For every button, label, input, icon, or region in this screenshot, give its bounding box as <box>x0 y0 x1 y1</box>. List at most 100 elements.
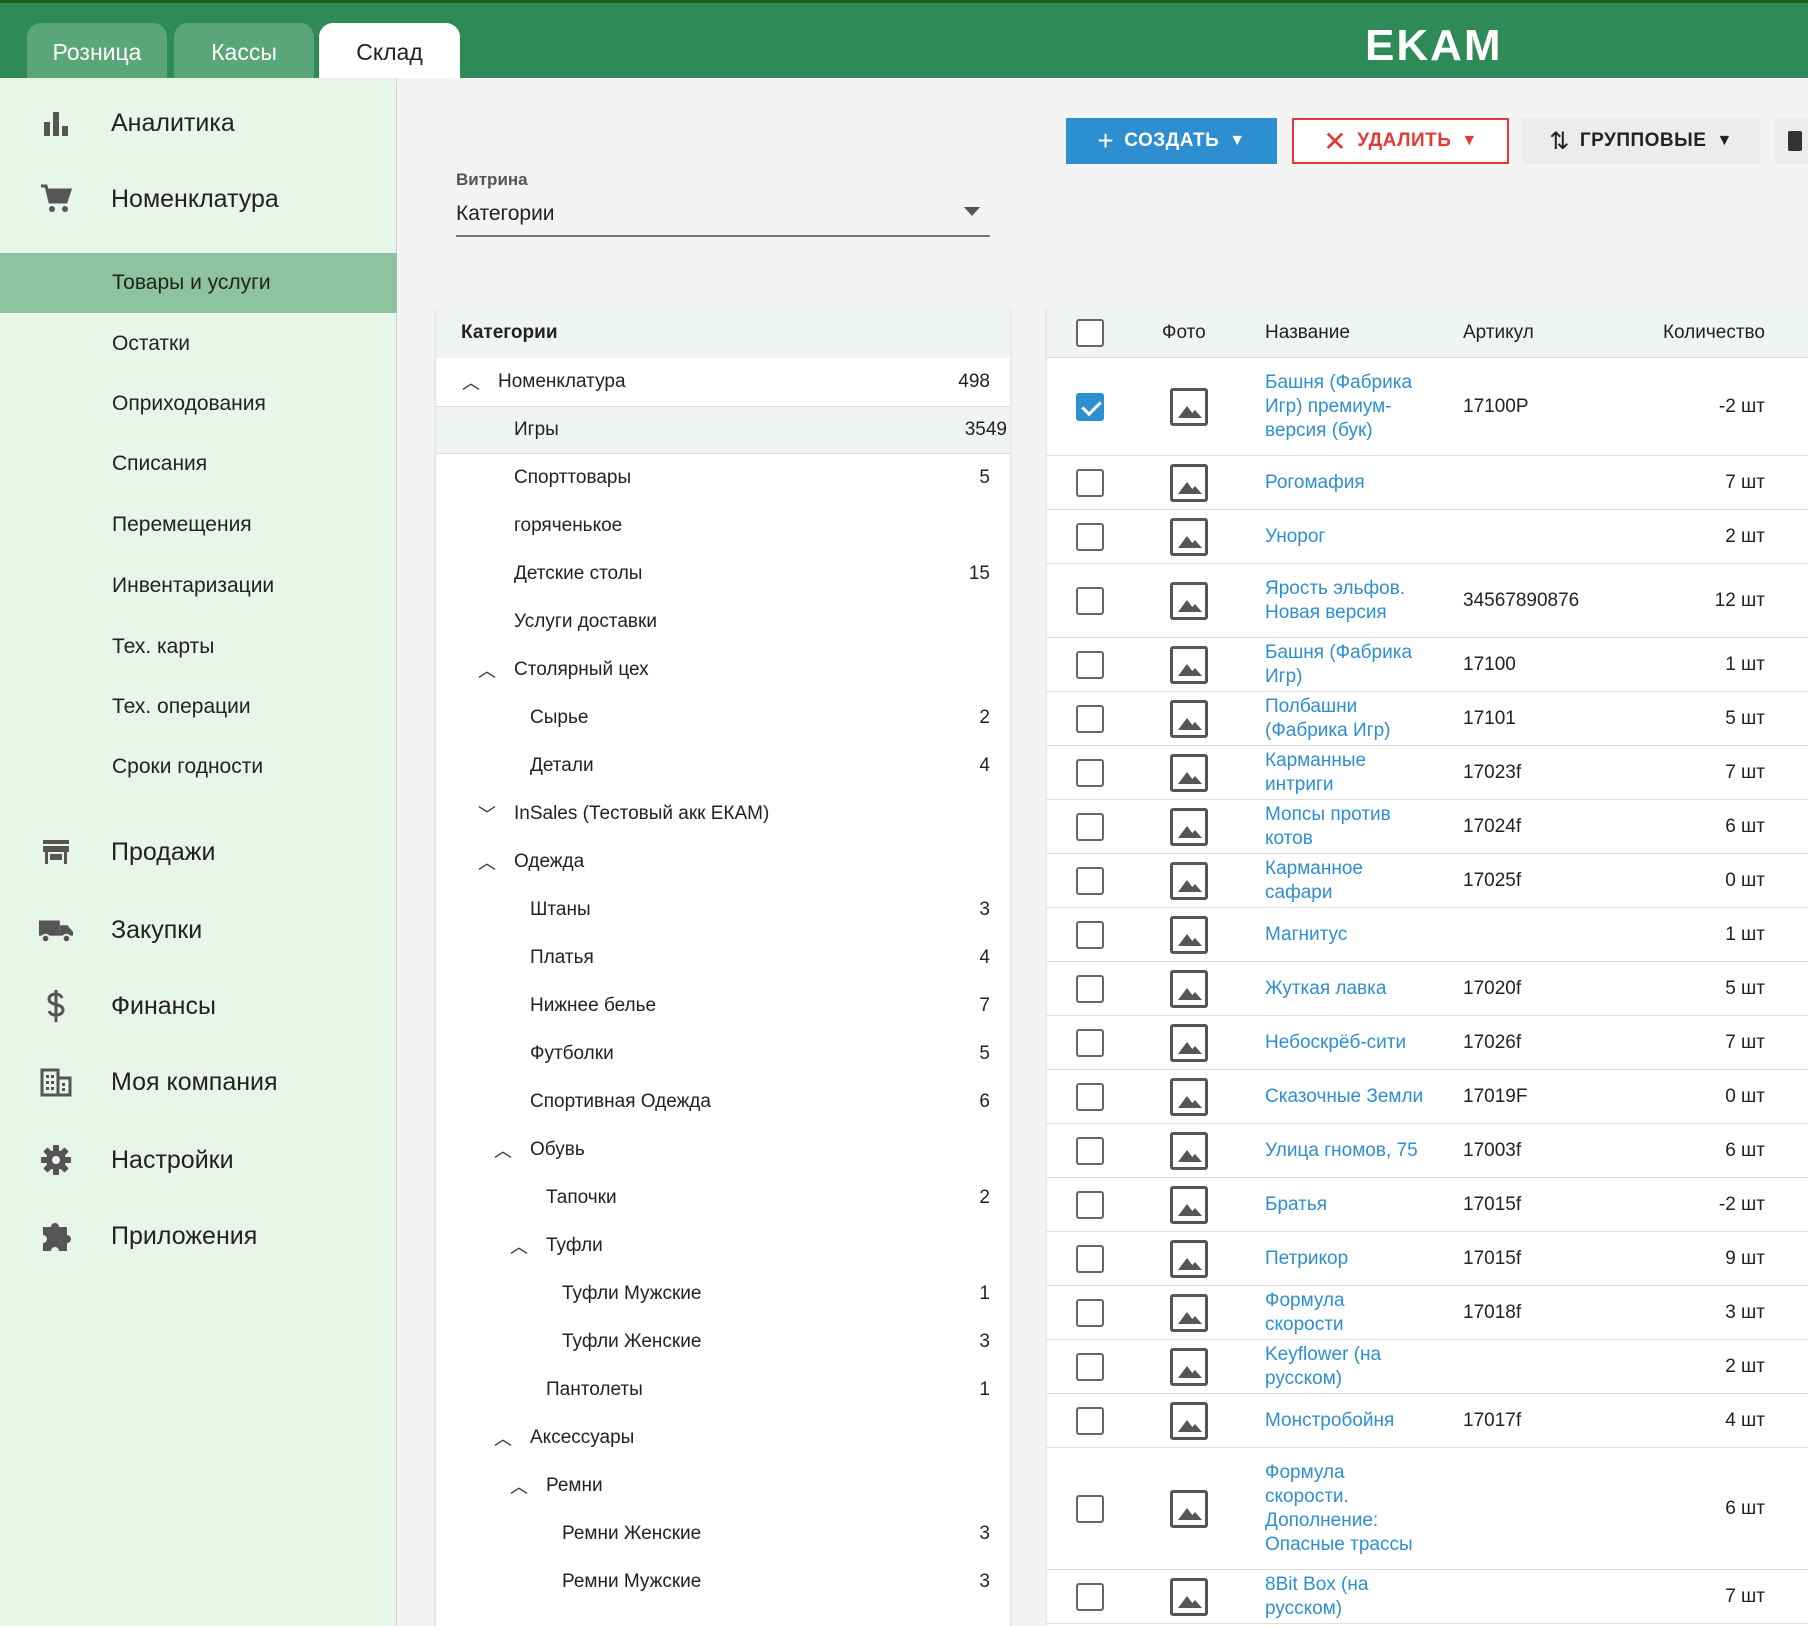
product-name-link[interactable]: Рогомафия <box>1265 471 1425 495</box>
table-row[interactable]: Петрикор 17015f 9 шт <box>1047 1232 1808 1286</box>
category-item[interactable]: Детали 4 <box>436 742 1010 790</box>
chevron-up-icon[interactable]: ︿ <box>492 1427 514 1449</box>
sidebar-item-finance[interactable]: Финансы <box>0 971 397 1041</box>
sidebar-item-nomenclature[interactable]: Номенклатура <box>0 164 397 234</box>
product-name-link[interactable]: Сказочные Земли <box>1265 1085 1425 1109</box>
row-checkbox[interactable] <box>1076 705 1104 733</box>
row-checkbox[interactable] <box>1076 1029 1104 1057</box>
vitrina-select[interactable]: Категории <box>456 193 990 237</box>
category-item[interactable]: ﹀ InSales (Тестовый акк ЕКАМ) <box>436 790 1010 838</box>
row-checkbox[interactable] <box>1076 813 1104 841</box>
sidebar-subitem-tech-operations[interactable]: Тех. операции <box>0 677 397 737</box>
product-name-link[interactable]: Братья <box>1265 1193 1425 1217</box>
row-checkbox[interactable] <box>1076 651 1104 679</box>
sidebar-item-purchases[interactable]: Закупки <box>0 895 397 965</box>
row-checkbox[interactable] <box>1076 1583 1104 1611</box>
category-item[interactable]: ︿ Ремни <box>436 1462 1010 1510</box>
column-quantity[interactable]: Количество <box>1663 322 1765 344</box>
table-row[interactable]: Формула скорости 17018f 3 шт <box>1047 1286 1808 1340</box>
chevron-up-icon[interactable]: ︿ <box>508 1235 530 1257</box>
chevron-down-icon[interactable]: ﹀ <box>476 803 498 825</box>
product-name-link[interactable]: Унорог <box>1265 525 1425 549</box>
category-item[interactable]: ︿ Обувь <box>436 1126 1010 1174</box>
product-name-link[interactable]: Формула скорости <box>1265 1289 1425 1337</box>
product-name-link[interactable]: Карманное сафари <box>1265 857 1425 905</box>
product-name-link[interactable]: Карманные интриги <box>1265 749 1425 797</box>
product-name-link[interactable]: Формула скорости. Дополнение: Опасные тр… <box>1265 1461 1425 1557</box>
category-item[interactable]: Спортивная Одежда 6 <box>436 1078 1010 1126</box>
product-name-link[interactable]: Небоскрёб-сити <box>1265 1031 1425 1055</box>
product-name-link[interactable]: Улица гномов, 75 <box>1265 1139 1425 1163</box>
product-name-link[interactable]: Полбашни (Фабрика Игр) <box>1265 695 1425 743</box>
sidebar-item-analytics[interactable]: Аналитика <box>0 88 397 158</box>
category-item[interactable]: Тапочки 2 <box>436 1174 1010 1222</box>
category-item[interactable]: Ремни Мужские 3 <box>436 1558 1010 1606</box>
category-item[interactable]: Игры 3549 <box>436 406 1010 454</box>
sidebar-subitem-inventory[interactable]: Инвентаризации <box>0 556 397 616</box>
category-item[interactable]: ︿ Номенклатура 498 <box>436 358 1010 406</box>
table-row[interactable]: Братья 17015f -2 шт <box>1047 1178 1808 1232</box>
row-checkbox[interactable] <box>1076 587 1104 615</box>
category-item[interactable]: ︿ Столярный цех <box>436 646 1010 694</box>
category-item[interactable]: ︿ Туфли <box>436 1222 1010 1270</box>
category-item[interactable]: Нижнее белье 7 <box>436 982 1010 1030</box>
sidebar-item-settings[interactable]: Настройки <box>0 1125 397 1195</box>
row-checkbox[interactable] <box>1076 1353 1104 1381</box>
product-name-link[interactable]: Ярость эльфов. Новая версия <box>1265 577 1425 625</box>
product-name-link[interactable]: Башня (Фабрика Игр) премиум-версия (бук) <box>1265 371 1425 443</box>
table-row[interactable]: Улица гномов, 75 17003f 6 шт <box>1047 1124 1808 1178</box>
row-checkbox[interactable] <box>1076 1299 1104 1327</box>
chevron-up-icon[interactable]: ︿ <box>476 659 498 681</box>
more-button[interactable] <box>1775 118 1808 164</box>
sidebar-subitem-expiry-dates[interactable]: Сроки годности <box>0 737 397 797</box>
table-row[interactable]: Keyflower (на русском) 2 шт <box>1047 1340 1808 1394</box>
sidebar-subitem-goods-services[interactable]: Товары и услуги <box>0 253 397 313</box>
table-row[interactable]: Карманное сафари 17025f 0 шт <box>1047 854 1808 908</box>
product-name-link[interactable]: Жуткая лавка <box>1265 977 1425 1001</box>
table-row[interactable]: Формула скорости. Дополнение: Опасные тр… <box>1047 1448 1808 1570</box>
row-checkbox[interactable] <box>1076 1137 1104 1165</box>
chevron-up-icon[interactable]: ︿ <box>476 851 498 873</box>
row-checkbox[interactable] <box>1076 1495 1104 1523</box>
sidebar-item-sales[interactable]: Продажи <box>0 817 397 887</box>
row-checkbox[interactable] <box>1076 759 1104 787</box>
table-row[interactable]: Башня (Фабрика Игр) 17100 1 шт <box>1047 638 1808 692</box>
product-name-link[interactable]: Мопсы против котов <box>1265 803 1425 851</box>
row-checkbox[interactable] <box>1076 975 1104 1003</box>
sidebar-item-apps[interactable]: Приложения <box>0 1201 397 1271</box>
row-checkbox[interactable] <box>1076 1407 1104 1435</box>
create-button[interactable]: + СОЗДАТЬ ▼ <box>1066 118 1277 164</box>
category-item[interactable]: Спорттовары 5 <box>436 454 1010 502</box>
category-item[interactable]: Платья 4 <box>436 934 1010 982</box>
row-checkbox[interactable] <box>1076 921 1104 949</box>
category-item[interactable]: Детские столы 15 <box>436 550 1010 598</box>
chevron-up-icon[interactable]: ︿ <box>508 1475 530 1497</box>
row-checkbox[interactable] <box>1076 393 1104 421</box>
table-row[interactable]: Жуткая лавка 17020f 5 шт <box>1047 962 1808 1016</box>
sidebar-subitem-tech-cards[interactable]: Тех. карты <box>0 617 397 677</box>
column-article[interactable]: Артикул <box>1463 322 1534 344</box>
chevron-up-icon[interactable]: ︿ <box>492 1139 514 1161</box>
product-name-link[interactable]: Магнитус <box>1265 923 1425 947</box>
product-name-link[interactable]: Монстробойня <box>1265 1409 1425 1433</box>
table-row[interactable]: Ярость эльфов. Новая версия 34567890876 12… <box>1047 564 1808 638</box>
row-checkbox[interactable] <box>1076 469 1104 497</box>
category-item[interactable]: Услуги доставки <box>436 598 1010 646</box>
row-checkbox[interactable] <box>1076 1245 1104 1273</box>
product-name-link[interactable]: Keyflower (на русском) <box>1265 1343 1425 1391</box>
tab-cash-registers[interactable]: Кассы <box>174 23 314 81</box>
select-all-checkbox[interactable] <box>1076 319 1104 347</box>
table-row[interactable]: Унорог 2 шт <box>1047 510 1808 564</box>
table-row[interactable]: Магнитус 1 шт <box>1047 908 1808 962</box>
table-row[interactable]: Рогомафия 7 шт <box>1047 456 1808 510</box>
sidebar-subitem-stock[interactable]: Остатки <box>0 314 397 374</box>
row-checkbox[interactable] <box>1076 867 1104 895</box>
row-checkbox[interactable] <box>1076 1191 1104 1219</box>
category-item[interactable]: ︿ Аксессуары <box>436 1414 1010 1462</box>
row-checkbox[interactable] <box>1076 1083 1104 1111</box>
product-name-link[interactable]: 8Bit Box (на русском) <box>1265 1573 1425 1621</box>
sidebar-item-my-company[interactable]: Моя компания <box>0 1047 397 1117</box>
table-row[interactable]: Башня (Фабрика Игр) премиум-версия (бук)… <box>1047 358 1808 456</box>
row-checkbox[interactable] <box>1076 523 1104 551</box>
table-row[interactable]: 8Bit Box (на русском) 7 шт <box>1047 1570 1808 1624</box>
